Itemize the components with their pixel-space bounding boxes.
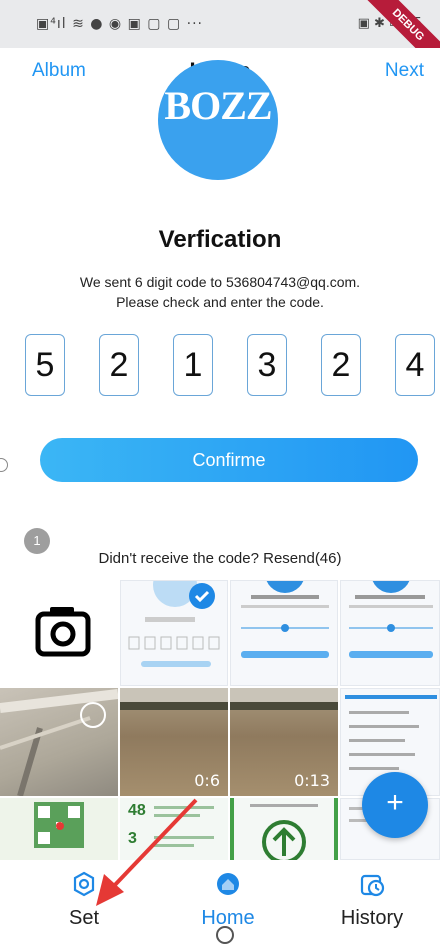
select-circle-icon[interactable] [80,702,106,728]
verification-line-2: Please check and enter the code. [116,294,324,310]
video-duration: 0:13 [294,771,330,790]
screenshot-preview [241,581,329,658]
code-digit-1[interactable]: 5 [25,334,65,396]
photo-thumbnail-ceiling[interactable] [0,688,118,796]
photo-thumbnail-login-2[interactable] [340,580,440,686]
verification-description: We sent 6 digit code to 536804743@qq.com… [0,272,440,312]
code-digit-6[interactable]: 4 [395,334,435,396]
video-thumbnail-1[interactable]: 0:6 [120,688,228,796]
stats-preview [154,806,214,847]
video-duration: 0:6 [194,771,220,790]
verification-line-1: We sent 6 digit code to 536804743@qq.com… [79,274,361,290]
photo-thumbnail-qr[interactable] [0,798,118,860]
camera-tile[interactable] [0,580,118,686]
plus-icon: + [386,786,404,819]
upload-arrow-icon [230,798,338,860]
code-digit-2[interactable]: 2 [99,334,139,396]
home-icon [217,873,239,895]
home-indicator[interactable] [216,926,234,944]
screenshot-preview [349,581,433,658]
verification-title: Verfication [158,226,282,253]
photo-thumbnail-login-1[interactable] [230,580,338,686]
tab-history-label: History [340,907,404,929]
add-fab-button[interactable]: + [362,772,428,838]
selected-check-icon[interactable] [189,583,215,609]
status-icons-left: ▣⁴ıl ≋ ● ◉ ▣ ▢ ▢ ··· [36,16,203,32]
photo-thumbnail-upload[interactable] [230,798,338,860]
resend-link[interactable]: Didn't receive the code? Resend(46) [0,550,440,567]
tab-history[interactable]: History [312,870,432,930]
tab-home[interactable]: Home [168,870,288,930]
photo-thumbnail-verification[interactable] [120,580,228,686]
code-digit-5[interactable]: 2 [321,334,361,396]
logo-text: BOZZ [164,83,272,128]
photo-thumbnail-stats[interactable]: 48 3 [120,798,228,860]
tab-set[interactable]: Set [24,870,144,930]
tab-set-label: Set [68,907,100,929]
confirm-button[interactable]: Confirme [40,438,418,482]
qr-code-icon [34,802,84,848]
next-button[interactable]: Next [385,60,424,82]
code-digit-3[interactable]: 1 [173,334,213,396]
video-thumbnail-2[interactable]: 0:13 [230,688,338,796]
history-clock-icon [360,874,385,897]
camera-icon [35,607,91,657]
side-indicator-dot [0,458,8,472]
app-logo: BOZZ [158,60,278,180]
code-digit-4[interactable]: 3 [247,334,287,396]
hexagon-settings-icon [73,871,95,897]
code-input-row: 5 2 1 3 2 4 [20,334,440,396]
status-bar: ▣⁴ıl ≋ ● ◉ ▣ ▢ ▢ ··· ▣ ✱ ▭ 15 DEBUG [0,0,440,76]
